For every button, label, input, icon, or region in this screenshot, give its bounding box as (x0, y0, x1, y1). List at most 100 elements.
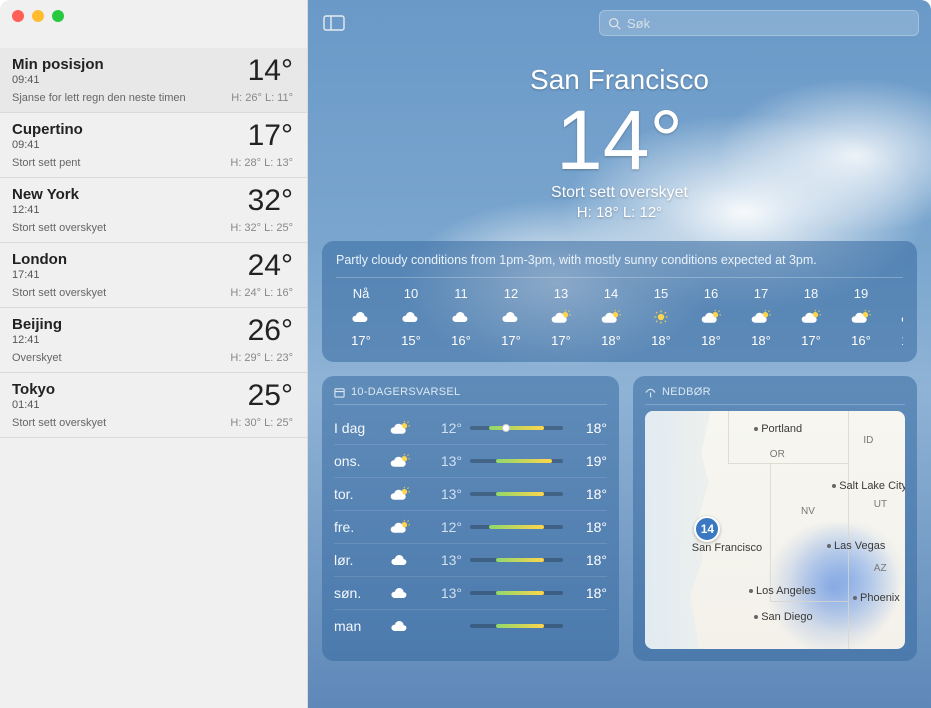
current-conditions: San Francisco 14° Stort sett overskyet H… (308, 64, 931, 221)
hour-label: 14 (586, 286, 636, 301)
search-icon (608, 17, 621, 30)
tenday-day: fre. (334, 519, 382, 535)
map-pin: 14 (694, 516, 720, 542)
city-condition: Stort sett overskyet (12, 287, 106, 299)
map-label: ID (863, 435, 873, 446)
city-row[interactable]: Beijing 12:41 26° Overskyet H: 29° L: 23… (0, 308, 307, 373)
hour-icon (736, 307, 786, 327)
city-temp: 26° (248, 316, 293, 346)
tenday-hi: 18° (571, 519, 607, 535)
hour-temp: 16° (886, 333, 903, 348)
tenday-hi: 19° (571, 453, 607, 469)
hour-cell: 12 17° (486, 286, 536, 348)
hour-label: 17 (736, 286, 786, 301)
hour-temp: 17° (336, 333, 386, 348)
city-name: Tokyo (12, 381, 55, 398)
tenday-row: man (334, 609, 607, 642)
hour-label: Nå (336, 286, 386, 301)
city-time: 09:41 (12, 74, 104, 86)
map-label: Phoenix (853, 592, 900, 604)
map-label: Los Angeles (749, 585, 816, 597)
tenday-lo: 13° (426, 585, 462, 601)
hourly-summary: Partly cloudy conditions from 1pm-3pm, w… (336, 253, 903, 278)
hour-label: 15 (636, 286, 686, 301)
hour-cell: 18 17° (786, 286, 836, 348)
city-row[interactable]: Cupertino 09:41 17° Stort sett pent H: 2… (0, 113, 307, 178)
map-label: Portland (754, 423, 802, 435)
hour-temp: 18° (586, 333, 636, 348)
hour-icon (436, 307, 486, 327)
map-label: Las Vegas (827, 540, 885, 552)
hour-icon (886, 307, 903, 327)
tenday-row: fre. 12° 18° (334, 510, 607, 543)
calendar-icon (334, 387, 345, 398)
map-label: San Diego (754, 611, 812, 623)
map-label: San Francisco (692, 542, 762, 554)
app-window: Min posisjon 09:41 14° Sjanse for lett r… (0, 0, 931, 708)
city-row[interactable]: Min posisjon 09:41 14° Sjanse for lett r… (0, 48, 307, 113)
map-label: AZ (874, 563, 887, 574)
hour-temp: 18° (686, 333, 736, 348)
tenday-day: lør. (334, 552, 382, 568)
city-hilo: H: 28° L: 13° (230, 157, 293, 169)
city-hilo: H: 24° L: 16° (230, 287, 293, 299)
tenday-day: tor. (334, 486, 382, 502)
hour-cell: 20 16° (886, 286, 903, 348)
tenday-day: I dag (334, 420, 382, 436)
hour-label: 10 (386, 286, 436, 301)
current-cond: Stort sett overskyet (308, 184, 931, 202)
city-hilo: H: 26° L: 11° (231, 92, 293, 104)
tenday-icon (390, 486, 418, 502)
location-name: San Francisco (308, 64, 931, 96)
city-condition: Overskyet (12, 352, 62, 364)
search-field[interactable] (599, 10, 919, 36)
hour-cell: 14 18° (586, 286, 636, 348)
maximize-icon[interactable] (52, 10, 64, 22)
tenday-hi: 18° (571, 420, 607, 436)
current-temp: 14° (308, 98, 931, 182)
hour-cell: 19 16° (836, 286, 886, 348)
tenday-hi: 18° (571, 585, 607, 601)
hourly-list: Nå 17° 10 15° 11 16° 12 17° 13 17° 14 18… (336, 286, 903, 348)
city-condition: Stort sett overskyet (12, 222, 106, 234)
hourly-panel[interactable]: Partly cloudy conditions from 1pm-3pm, w… (322, 241, 917, 362)
city-row[interactable]: Tokyo 01:41 25° Stort sett overskyet H: … (0, 373, 307, 438)
city-condition: Stort sett overskyet (12, 417, 106, 429)
tenday-day: ons. (334, 453, 382, 469)
hour-icon (586, 307, 636, 327)
hour-temp: 18° (636, 333, 686, 348)
tenday-title: 10-DAGERSVARSEL (351, 386, 460, 398)
tenday-bar (470, 426, 563, 430)
hour-cell: 13 17° (536, 286, 586, 348)
city-row[interactable]: London 17:41 24° Stort sett overskyet H:… (0, 243, 307, 308)
hour-icon (536, 307, 586, 327)
tenday-row: I dag 12° 18° (334, 411, 607, 444)
precip-map[interactable]: 14 PortlandORIDSalt Lake CityNVUTSan Fra… (645, 411, 905, 649)
hour-icon (336, 307, 386, 327)
city-temp: 17° (248, 121, 293, 151)
cards-row: 10-DAGERSVARSEL I dag 12° 18° ons. 13° 1… (322, 376, 917, 661)
sidebar-toggle-icon[interactable] (320, 12, 348, 34)
minimize-icon[interactable] (32, 10, 44, 22)
hour-label: 18 (786, 286, 836, 301)
city-name: Cupertino (12, 121, 83, 138)
map-label: UT (874, 499, 887, 510)
precip-header: NEDBØR (645, 386, 905, 405)
tenday-hi: 18° (571, 552, 607, 568)
hour-label: 12 (486, 286, 536, 301)
search-input[interactable] (627, 16, 910, 31)
city-name: Beijing (12, 316, 62, 333)
hour-temp: 17° (486, 333, 536, 348)
city-name: London (12, 251, 67, 268)
city-time: 12:41 (12, 334, 62, 346)
tenday-card[interactable]: 10-DAGERSVARSEL I dag 12° 18° ons. 13° 1… (322, 376, 619, 661)
topbar (308, 0, 931, 36)
close-icon[interactable] (12, 10, 24, 22)
city-name: New York (12, 186, 79, 203)
city-row[interactable]: New York 12:41 32° Stort sett overskyet … (0, 178, 307, 243)
precip-card[interactable]: NEDBØR 14 PortlandORIDSalt La (633, 376, 917, 661)
tenday-icon (390, 585, 418, 601)
hour-cell: 10 15° (386, 286, 436, 348)
tenday-bar (470, 558, 563, 562)
tenday-lo: 12° (426, 519, 462, 535)
